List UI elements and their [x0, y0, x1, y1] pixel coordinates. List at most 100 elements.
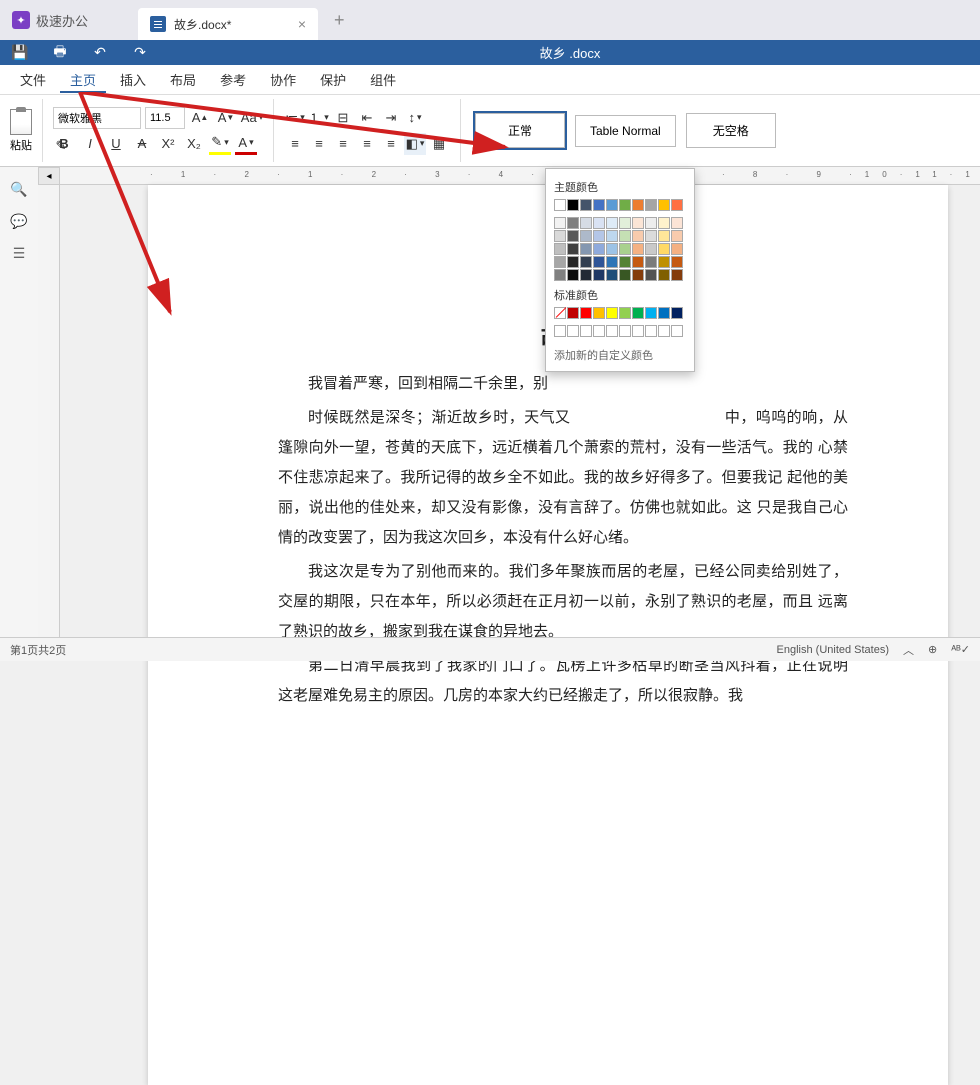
color-swatch[interactable] — [619, 307, 631, 319]
color-swatch[interactable] — [606, 199, 618, 211]
color-swatch[interactable] — [567, 199, 579, 211]
numbering-icon[interactable]: ⒈▾ — [308, 107, 330, 129]
color-swatch[interactable] — [593, 199, 605, 211]
color-swatch[interactable] — [619, 199, 631, 211]
page-count[interactable]: 第1页共2页 — [10, 642, 777, 658]
color-swatch[interactable] — [632, 269, 644, 281]
color-swatch[interactable] — [554, 325, 566, 337]
justify-icon[interactable]: ≡ — [356, 133, 378, 155]
color-swatch[interactable] — [645, 199, 657, 211]
color-swatch[interactable] — [645, 307, 657, 319]
font-color-icon[interactable]: A▾ — [235, 133, 257, 155]
color-swatch[interactable] — [645, 230, 657, 242]
document-tab[interactable]: 故乡.docx* × — [138, 8, 318, 40]
distribute-icon[interactable]: ≡ — [380, 133, 402, 155]
undo-icon[interactable]: ↶ — [90, 43, 110, 63]
horizontal-ruler[interactable]: · 1 · 2 · 1 · 2 · 3 · 4 · 5 · 6 · 7 · 8 … — [60, 167, 980, 185]
color-swatch[interactable] — [554, 256, 566, 268]
menu-reference[interactable]: 参考 — [210, 66, 256, 93]
font-family-select[interactable] — [53, 107, 141, 129]
spellcheck-icon[interactable]: ᴬᴮ✓ — [951, 643, 970, 656]
color-swatch[interactable] — [580, 230, 592, 242]
menu-file[interactable]: 文件 — [10, 66, 56, 93]
strikethrough-icon[interactable]: A — [131, 133, 153, 155]
color-swatch[interactable] — [554, 217, 566, 229]
color-swatch[interactable] — [567, 243, 579, 255]
color-swatch[interactable] — [671, 243, 683, 255]
menu-protect[interactable]: 保护 — [310, 66, 356, 93]
color-swatch[interactable] — [645, 243, 657, 255]
color-swatch[interactable] — [671, 199, 683, 211]
color-swatch[interactable] — [593, 243, 605, 255]
style-normal[interactable]: 正常 — [475, 113, 565, 148]
color-swatch[interactable] — [554, 269, 566, 281]
redo-icon[interactable]: ↷ — [130, 43, 150, 63]
save-icon[interactable]: 💾 — [10, 43, 30, 63]
vertical-ruler[interactable] — [38, 185, 60, 637]
color-swatch[interactable] — [606, 217, 618, 229]
menu-insert[interactable]: 插入 — [110, 66, 156, 93]
search-icon[interactable]: 🔍 — [9, 179, 29, 199]
line-spacing-icon[interactable]: ↕▾ — [404, 107, 426, 129]
menu-layout[interactable]: 布局 — [160, 66, 206, 93]
highlight-icon[interactable]: ✎▾ — [209, 133, 231, 155]
color-swatch[interactable] — [606, 230, 618, 242]
subscript-icon[interactable]: X₂ — [183, 133, 205, 155]
color-swatch[interactable] — [606, 256, 618, 268]
color-swatch[interactable] — [580, 307, 592, 319]
color-swatch[interactable] — [619, 217, 631, 229]
close-icon[interactable]: × — [298, 16, 306, 32]
color-swatch[interactable] — [554, 243, 566, 255]
color-swatch[interactable] — [567, 217, 579, 229]
color-swatch[interactable] — [593, 217, 605, 229]
color-swatch[interactable] — [632, 325, 644, 337]
color-swatch[interactable] — [580, 217, 592, 229]
color-swatch[interactable] — [658, 307, 670, 319]
print-icon[interactable]: 🖶 — [50, 43, 70, 63]
format-painter-icon[interactable]: ✎ — [50, 135, 72, 157]
color-swatch[interactable] — [658, 217, 670, 229]
color-swatch[interactable] — [645, 217, 657, 229]
color-swatch[interactable] — [632, 217, 644, 229]
color-swatch[interactable] — [658, 325, 670, 337]
new-tab-button[interactable]: + — [334, 10, 345, 31]
color-swatch[interactable] — [671, 217, 683, 229]
shrink-font-icon[interactable]: A▼ — [215, 107, 237, 129]
color-swatch[interactable] — [619, 230, 631, 242]
color-swatch[interactable] — [671, 256, 683, 268]
color-swatch[interactable] — [658, 230, 670, 242]
shading-icon[interactable]: ◧▾ — [404, 133, 426, 155]
color-swatch[interactable] — [658, 269, 670, 281]
color-swatch[interactable] — [671, 325, 683, 337]
color-swatch[interactable] — [658, 199, 670, 211]
align-center-icon[interactable]: ≡ — [308, 133, 330, 155]
underline-icon[interactable]: U — [105, 133, 127, 155]
color-swatch[interactable] — [593, 269, 605, 281]
multilevel-icon[interactable]: ⊟ — [332, 107, 354, 129]
color-swatch[interactable] — [567, 256, 579, 268]
color-swatch[interactable] — [606, 307, 618, 319]
color-swatch[interactable] — [671, 230, 683, 242]
menu-tools[interactable]: 组件 — [360, 66, 406, 93]
style-nospacing[interactable]: 无空格 — [686, 113, 776, 148]
color-swatch[interactable] — [645, 256, 657, 268]
superscript-icon[interactable]: X² — [157, 133, 179, 155]
color-swatch[interactable] — [632, 243, 644, 255]
color-swatch[interactable] — [593, 325, 605, 337]
font-size-select[interactable] — [145, 107, 185, 129]
align-left-icon[interactable]: ≡ — [284, 133, 306, 155]
color-swatch[interactable] — [593, 230, 605, 242]
color-swatch[interactable] — [645, 269, 657, 281]
color-swatch[interactable] — [619, 256, 631, 268]
color-swatch[interactable] — [580, 269, 592, 281]
color-swatch[interactable] — [567, 325, 579, 337]
color-swatch[interactable] — [567, 307, 579, 319]
color-swatch[interactable] — [554, 199, 566, 211]
color-swatch[interactable] — [593, 256, 605, 268]
color-swatch[interactable] — [632, 256, 644, 268]
color-swatch[interactable] — [619, 269, 631, 281]
align-right-icon[interactable]: ≡ — [332, 133, 354, 155]
color-swatch[interactable] — [593, 307, 605, 319]
color-swatch[interactable] — [632, 230, 644, 242]
color-swatch[interactable] — [671, 307, 683, 319]
